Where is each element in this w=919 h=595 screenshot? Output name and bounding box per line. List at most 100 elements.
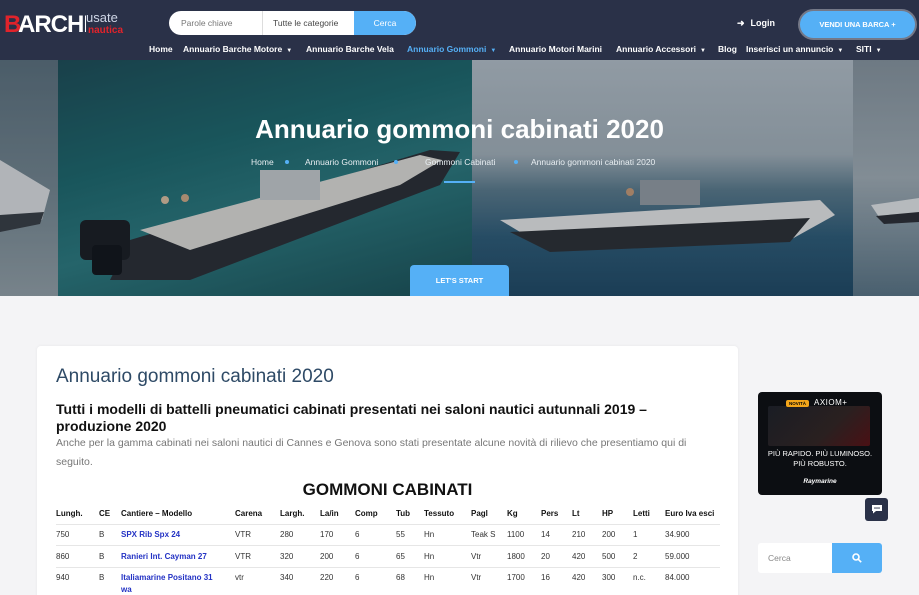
ad-product-image — [768, 406, 870, 446]
keyword-input[interactable] — [169, 11, 262, 35]
table-header-cell: Letti — [633, 509, 650, 518]
caret-down-icon: ▼ — [490, 48, 497, 54]
table-cell: 16 — [541, 573, 550, 582]
table-cell: 84.000 — [665, 573, 690, 582]
table-cell: 20 — [541, 552, 550, 561]
table-cell: 34.900 — [665, 530, 690, 539]
ad-tagline-1: PIÙ RAPIDO. PIÙ LUMINOSO. — [767, 449, 873, 458]
table-cell: 2 — [633, 552, 638, 561]
breadcrumb-home[interactable]: Home — [251, 157, 274, 167]
breadcrumb-annuario-gommoni[interactable]: Annuario Gommoni — [305, 157, 378, 167]
table-cell: B — [99, 552, 105, 561]
breadcrumb-separator — [394, 160, 398, 164]
table-cell: 280 — [280, 530, 294, 539]
table-cell: VTR — [235, 552, 251, 561]
table-cell: 500 — [602, 552, 616, 561]
sell-boat-button[interactable]: VENDI UNA BARCA + — [800, 11, 915, 38]
table-cell: 340 — [280, 573, 294, 582]
model-link[interactable]: Italiamarine Positano 31 — [121, 573, 213, 582]
table-cell: 6 — [355, 552, 360, 561]
model-link[interactable]: Ranieri Int. Cayman 27 — [121, 552, 207, 561]
nav-label: Annuario Gommoni — [407, 44, 487, 54]
table-row-divider — [56, 545, 720, 546]
table-header-cell: Cantiere – Modello — [121, 509, 193, 518]
chat-icon — [871, 505, 882, 514]
table-cell: 420 — [572, 573, 586, 582]
table-cell: 420 — [572, 552, 586, 561]
logo-sub-usate: usate — [86, 10, 118, 25]
nav-item-blog[interactable]: Blog — [718, 44, 737, 54]
raymarine-ad-banner[interactable]: NOVITÀ AXIOM+ PIÙ RAPIDO. PIÙ LUMINOSO. … — [758, 392, 882, 495]
article-card: Annuario gommoni cabinati 2020 Tutti i m… — [37, 346, 738, 595]
model-link[interactable]: SPX Rib Spx 24 — [121, 530, 180, 539]
table-header-cell: Pagl — [471, 509, 488, 518]
table-cell: 170 — [320, 530, 334, 539]
model-link-continued[interactable]: wa — [121, 585, 132, 594]
breadcrumb: Home Annuario Gommoni Gommoni Cabinati A… — [0, 157, 919, 169]
table-header-cell: Comp — [355, 509, 378, 518]
caret-down-icon: ▼ — [700, 48, 706, 54]
table-row-divider — [56, 567, 720, 568]
table-cell: 200 — [602, 530, 616, 539]
table-header-cell: Lt — [572, 509, 580, 518]
ad-product-name: AXIOM+ — [814, 398, 848, 407]
login-label: Login — [750, 18, 776, 28]
table-cell: 940 — [56, 573, 70, 582]
nav-item-annuario-accessori[interactable]: Annuario Accessori ▼ — [616, 44, 706, 54]
nav-item-inserisci-annuncio[interactable]: Inserisci un annuncio ▼ — [746, 44, 843, 54]
table-row-divider — [56, 524, 720, 525]
nav-item-annuario-motori-marini[interactable]: Annuario Motori Marini — [509, 44, 602, 54]
logo-sub-nautica: nautica — [88, 25, 124, 36]
nav-item-siti[interactable]: SITI ▼ — [856, 44, 882, 54]
login-link[interactable]: ➜ Login — [737, 18, 775, 29]
table-cell: 55 — [396, 530, 405, 539]
site-logo[interactable]: B ARCHE usate nautica — [4, 9, 154, 41]
table-cell: Vtr — [471, 573, 482, 582]
table-header-cell: Largh. — [280, 509, 305, 518]
raymarine-logo: Raymarine — [803, 478, 837, 485]
nav-item-home[interactable]: Home — [149, 44, 173, 54]
category-select[interactable]: Tutte le categorie — [262, 11, 354, 35]
table-cell: Hn — [424, 552, 435, 561]
table-header-cell: HP — [602, 509, 614, 518]
table-cell: Hn — [424, 573, 435, 582]
table-cell: 750 — [56, 530, 70, 539]
table-cell: Hn — [424, 530, 435, 539]
breadcrumb-separator — [514, 160, 518, 164]
table-cell: 200 — [320, 552, 334, 561]
nav-item-annuario-barche-motore[interactable]: Annuario Barche Motore ▼ — [183, 44, 292, 54]
article-title: Annuario gommoni cabinati 2020 — [56, 366, 334, 387]
table-cell: 14 — [541, 530, 550, 539]
sidebar-search-input[interactable] — [758, 543, 832, 573]
chat-button[interactable] — [865, 498, 888, 521]
table-cell: 1700 — [507, 573, 525, 582]
breadcrumb-gommoni-cabinati[interactable]: Gommoni Cabinati — [425, 157, 495, 167]
svg-text:ARCHE: ARCHE — [18, 11, 86, 37]
search-icon — [852, 553, 862, 563]
table-cell: 65 — [396, 552, 405, 561]
table-cell: B — [99, 530, 105, 539]
table-header-cell: Tub — [396, 509, 411, 518]
lets-start-button[interactable]: LET'S START — [410, 265, 509, 296]
hero-banner: Annuario gommoni cabinati 2020 Home Annu… — [0, 60, 919, 296]
nav-label: Annuario Barche Motore — [183, 44, 283, 54]
nav-item-annuario-barche-vela[interactable]: Annuario Barche Vela — [306, 44, 394, 54]
table-header-cell: Kg — [507, 509, 518, 518]
search-button[interactable]: Cerca — [354, 11, 416, 35]
hero-divider — [444, 181, 475, 183]
caret-down-icon: ▼ — [837, 48, 844, 54]
sidebar-search-button[interactable] — [832, 543, 882, 573]
table-cell: VTR — [235, 530, 251, 539]
table-cell: 860 — [56, 552, 70, 561]
nav-label: Blog — [718, 44, 737, 54]
sidebar-search — [758, 543, 882, 573]
table-cell: Vtr — [471, 552, 482, 561]
table-cell: 59.000 — [665, 552, 690, 561]
logo-wordmark: B ARCHE — [4, 11, 100, 44]
table-header-cell: La/in — [320, 509, 339, 518]
nav-item-annuario-gommoni[interactable]: Annuario Gommoni ▼ — [407, 44, 496, 54]
table-cell: 6 — [355, 573, 360, 582]
article-heading: Tutti i modelli di battelli pneumatici c… — [56, 401, 647, 434]
nav-label: Inserisci un annuncio — [746, 44, 834, 54]
table-cell: 1100 — [507, 530, 525, 539]
